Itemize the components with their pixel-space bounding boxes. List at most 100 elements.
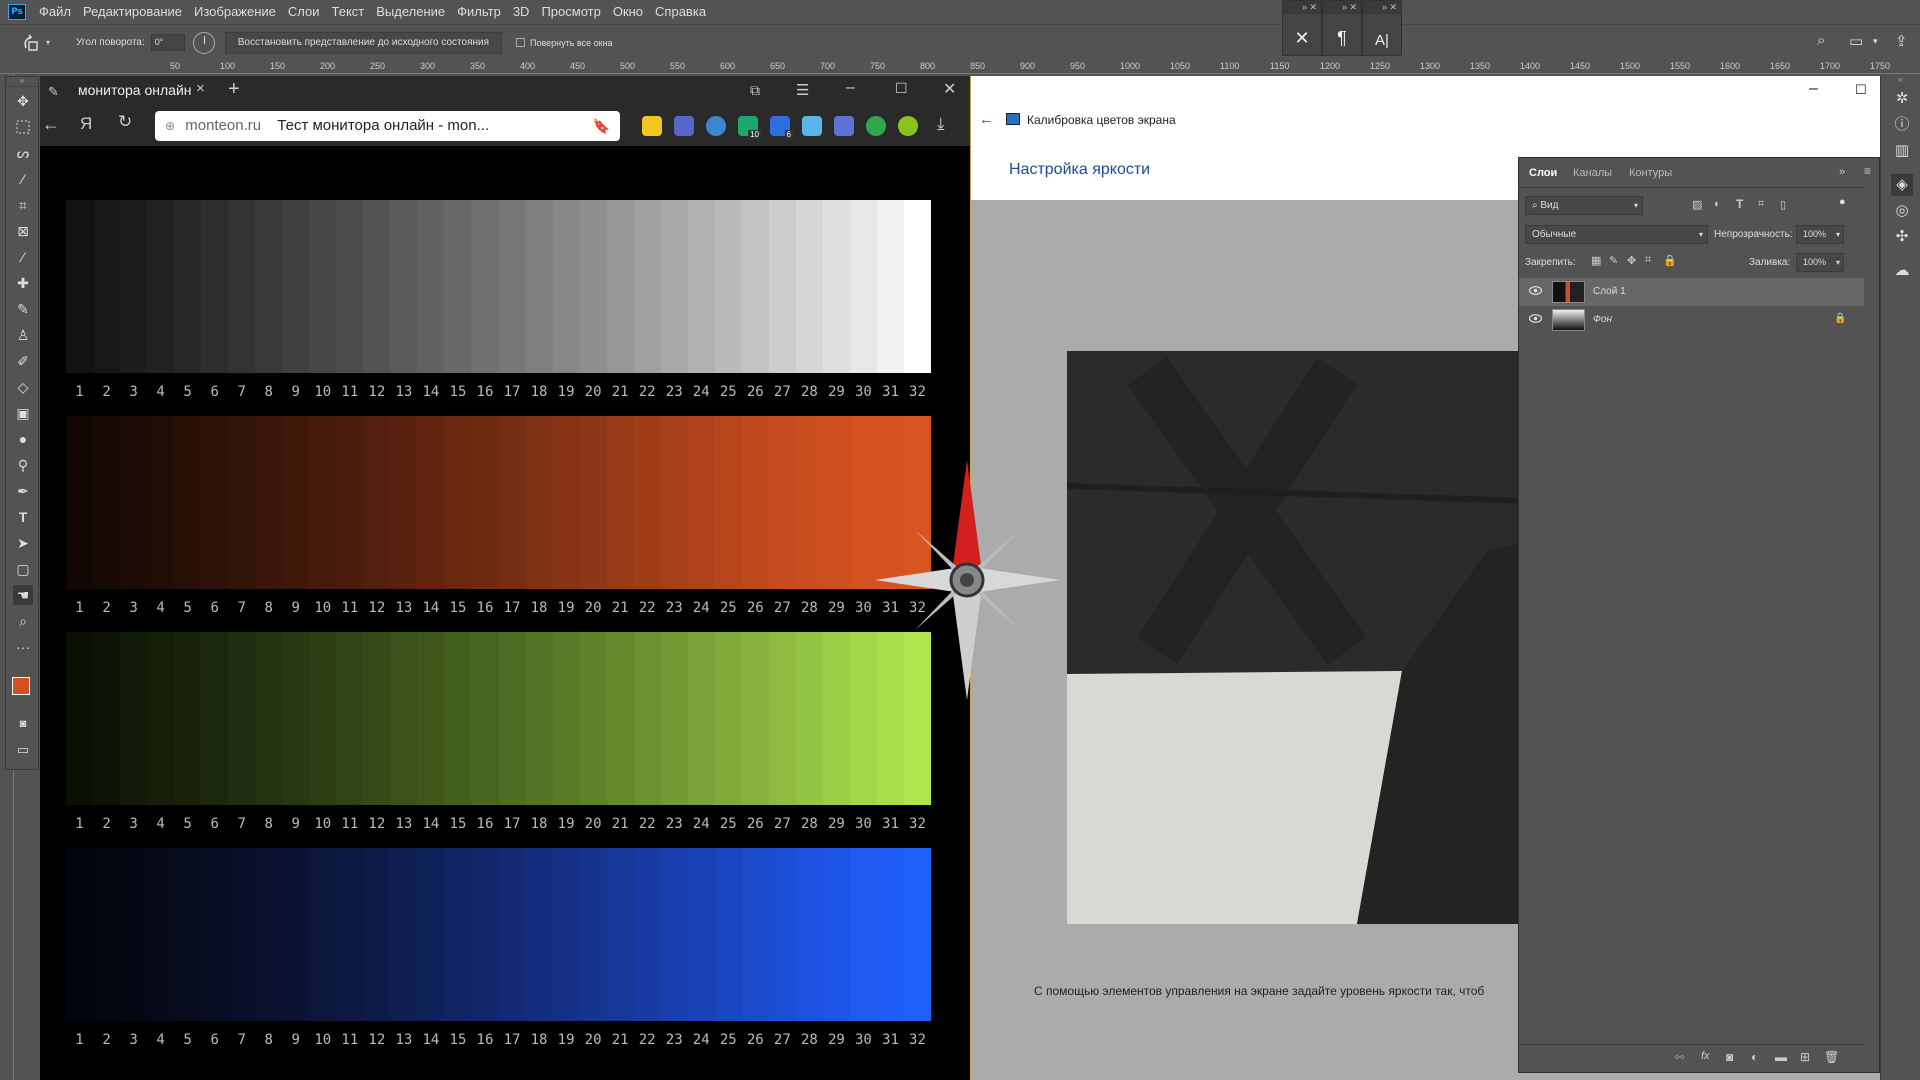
browser-tab-title[interactable]: монитора онлайн	[78, 82, 192, 98]
quick-mask-icon[interactable]: ◙	[13, 714, 33, 734]
character-icon[interactable]: A|	[1375, 32, 1389, 49]
opacity-input[interactable]: 100% ▾	[1796, 225, 1844, 244]
filter-pixel-icon[interactable]: ▨	[1692, 198, 1702, 211]
menu-3d[interactable]: 3D	[507, 0, 536, 24]
back-icon[interactable]: ←	[979, 111, 994, 128]
tools-icon[interactable]: ✕	[1294, 28, 1309, 49]
foreground-color-swatch[interactable]	[12, 677, 30, 695]
info-icon[interactable]: ⓘ	[1891, 114, 1913, 136]
reload-icon[interactable]: ↻	[118, 112, 132, 132]
address-field[interactable]: ⊕ monteon.ru Тест монитора онлайн - mon.…	[155, 111, 620, 141]
panel-collapse-icon[interactable]: » ✕	[1283, 1, 1321, 14]
panel-menu-icon[interactable]: ≡	[1864, 164, 1871, 178]
brush-tool-icon[interactable]: ✎	[13, 299, 33, 319]
eye-icon[interactable]	[1529, 314, 1542, 323]
new-layer-icon[interactable]: ⊞	[1800, 1050, 1810, 1064]
yandex-icon[interactable]: Я	[80, 114, 92, 134]
extension-pen-icon[interactable]	[834, 116, 854, 136]
zoom-tool-icon[interactable]: ⌕	[13, 611, 33, 631]
screen-mode-icon[interactable]: ▭	[13, 740, 33, 760]
lock-position-icon[interactable]: ✥	[1627, 254, 1636, 267]
workspace-icon[interactable]: ▭	[1849, 32, 1863, 50]
character-panel-float[interactable]: » ✕ A|	[1362, 0, 1402, 56]
histogram-icon[interactable]: ▥	[1891, 140, 1913, 162]
menu-filter[interactable]: Фильтр	[451, 0, 507, 24]
bookmark-icon[interactable]: 🔖	[593, 111, 610, 141]
search-icon[interactable]: ⌕	[1817, 32, 1825, 49]
menu-image[interactable]: Изображение	[188, 0, 282, 24]
lock-all-icon[interactable]: 🔒	[1663, 254, 1677, 267]
extension-green-icon[interactable]	[866, 116, 886, 136]
link-icon[interactable]: ⚯	[1675, 1051, 1684, 1064]
dodge-tool-icon[interactable]: ⚲	[13, 455, 33, 475]
tabs-list-icon[interactable]: ⧉	[750, 82, 760, 99]
extension-lime-icon[interactable]	[898, 116, 918, 136]
gradient-tool-icon[interactable]: ▣	[13, 403, 33, 423]
toolbar-collapse-icon[interactable]: »	[6, 77, 38, 87]
menu-type[interactable]: Текст	[326, 0, 371, 24]
minimize-icon[interactable]: –	[846, 79, 855, 97]
extension-badge-6-icon[interactable]: 6	[770, 116, 793, 139]
extension-cloud-icon[interactable]	[802, 116, 822, 136]
rotation-input[interactable]: 0°	[150, 34, 185, 51]
tools-panel-float[interactable]: » ✕ ✕	[1282, 0, 1322, 56]
filter-type-icon[interactable]: T	[1736, 197, 1743, 211]
layer-row-background[interactable]: Фон 🔒	[1519, 306, 1864, 334]
filter-shape-icon[interactable]: ⌗	[1758, 198, 1764, 211]
download-icon[interactable]: ⤓	[937, 114, 945, 134]
lasso-tool-icon[interactable]: ᔕ	[13, 143, 33, 163]
rotate-all-checkbox[interactable]	[516, 38, 526, 47]
eye-icon[interactable]	[1529, 286, 1542, 295]
fx-icon[interactable]: fx	[1701, 1050, 1710, 1062]
menu-window[interactable]: Окно	[607, 0, 649, 24]
type-tool-icon[interactable]: T	[13, 507, 33, 527]
menu-edit[interactable]: Редактирование	[77, 0, 188, 24]
filter-toggle-icon[interactable]: ●	[1839, 196, 1846, 208]
chevron-down-icon[interactable]: ▾	[46, 38, 50, 47]
stamp-tool-icon[interactable]: ♙	[13, 325, 33, 345]
pen-tool-icon[interactable]: ✒	[13, 481, 33, 501]
eraser-tool-icon[interactable]: ◇	[13, 377, 33, 397]
paragraph-panel-float[interactable]: » ✕ ¶	[1322, 0, 1362, 56]
path-selection-tool-icon[interactable]: ➤	[13, 533, 33, 553]
tab-layers[interactable]: Слои	[1529, 167, 1557, 179]
learn-icon[interactable]: ✲	[1891, 88, 1913, 110]
mask-icon[interactable]: ◙	[1726, 1050, 1733, 1064]
menu-layer[interactable]: Слои	[282, 0, 326, 24]
rotation-dial[interactable]	[192, 31, 215, 54]
channels-icon[interactable]: ◎	[1891, 200, 1913, 222]
maximize-icon[interactable]: ☐	[1855, 82, 1867, 98]
menu-file[interactable]: Файл	[33, 0, 77, 24]
extension-badge-10-icon[interactable]: 10	[738, 116, 761, 139]
collapse-panel-icon[interactable]: »	[1839, 166, 1845, 178]
filter-adjustment-icon[interactable]: ◐	[1714, 198, 1721, 210]
minimize-icon[interactable]: –	[1809, 80, 1818, 98]
extension-drop-icon[interactable]	[706, 116, 726, 136]
new-tab-button[interactable]: +	[228, 78, 240, 101]
filter-smart-object-icon[interactable]: ▯	[1780, 198, 1786, 211]
layers-icon[interactable]: ◈	[1891, 174, 1913, 196]
layer-name[interactable]: Фон	[1593, 314, 1612, 325]
close-tab-icon[interactable]: ×	[196, 80, 205, 97]
history-brush-tool-icon[interactable]: ✐	[13, 351, 33, 371]
lock-transparent-icon[interactable]: ▦	[1591, 254, 1601, 267]
layer-row-1[interactable]: Слой 1	[1519, 278, 1864, 306]
back-icon[interactable]: ←	[42, 114, 60, 135]
blur-tool-icon[interactable]: ●	[13, 429, 33, 449]
rotate-view-tool-icon[interactable]	[20, 32, 42, 54]
share-icon[interactable]: ⇪	[1895, 32, 1908, 50]
lock-image-icon[interactable]: ✎	[1609, 254, 1618, 267]
extension-feather-icon[interactable]	[674, 116, 694, 136]
rotate-view-tool-icon[interactable]: ☚	[13, 585, 33, 605]
layer-filter-dropdown[interactable]: ⌕ Вид ▾	[1525, 196, 1643, 215]
paragraph-icon[interactable]: ¶	[1337, 28, 1347, 49]
magic-wand-tool-icon[interactable]: ⁄	[13, 169, 33, 189]
fill-input[interactable]: 100% ▾	[1796, 253, 1844, 272]
panel-collapse-icon[interactable]: » ✕	[1363, 1, 1401, 14]
lock-artboard-icon[interactable]: ⌗	[1645, 254, 1651, 267]
frame-tool-icon[interactable]: ⊠	[13, 221, 33, 241]
more-tools-icon[interactable]: ···	[13, 637, 33, 657]
tab-paths[interactable]: Контуры	[1629, 167, 1672, 179]
menu-view[interactable]: Просмотр	[535, 0, 606, 24]
menu-icon[interactable]: ☰	[796, 81, 809, 99]
